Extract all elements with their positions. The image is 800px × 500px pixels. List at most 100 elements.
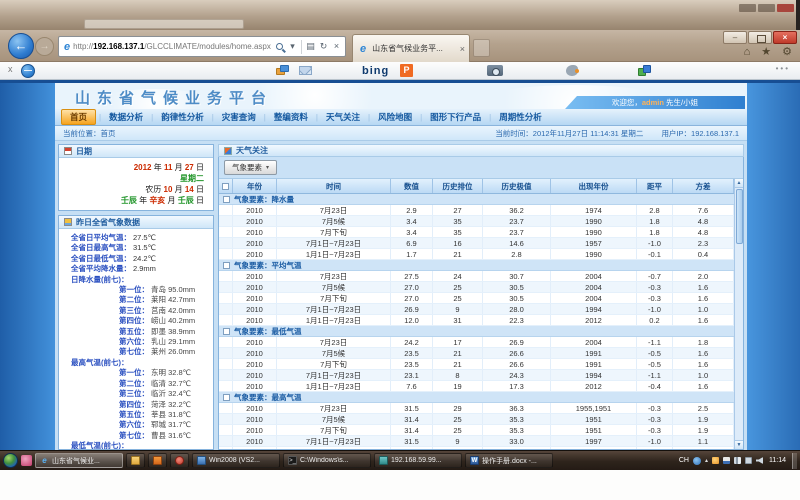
table-row[interactable]: 20101月1日~7月23日7.61917.32012-0.41.6 (219, 381, 734, 392)
address-bar[interactable]: e http://192.168.137.1/GLCCLIMATE/module… (58, 36, 346, 57)
volume-icon[interactable] (756, 457, 763, 464)
maximize-button[interactable] (748, 31, 772, 44)
bird-icon[interactable] (566, 65, 578, 76)
network-icon[interactable] (734, 457, 741, 464)
bing-logo[interactable]: bing (362, 65, 389, 77)
new-tab-button[interactable] (473, 39, 490, 57)
refresh-icon[interactable]: ↻ (317, 37, 330, 56)
taskbar-window-5[interactable]: >_C:\Windows\s... (283, 453, 371, 468)
scrollbar-thumb[interactable] (736, 189, 743, 244)
nav-item-5[interactable]: 天气关注 (318, 110, 368, 124)
tray-expand-icon[interactable]: ▴ (705, 457, 708, 464)
select-all-cell (219, 179, 233, 193)
home-icon[interactable]: ⌂ (744, 46, 751, 59)
column-header[interactable]: 历史极值 (483, 179, 551, 193)
column-header[interactable]: 历史排位 (433, 179, 483, 193)
display-icon[interactable] (745, 457, 752, 464)
table-group-row[interactable]: 气象要素：降水量 (219, 194, 734, 205)
table-row[interactable]: 20107月5候27.02530.52004-0.31.6 (219, 282, 734, 293)
chevron-down-icon[interactable]: ▾ (286, 37, 299, 56)
back-button[interactable]: ← (8, 33, 34, 59)
table-row[interactable]: 20107月下旬3.43523.719901.84.8 (219, 227, 734, 238)
camera-icon[interactable] (487, 65, 503, 76)
taskbar-window-2[interactable] (148, 453, 167, 468)
alert-icon[interactable] (712, 457, 719, 464)
taskbar-window-1[interactable] (126, 453, 145, 468)
search-icon[interactable] (274, 40, 286, 54)
nav-item-3[interactable]: 灾害查询 (214, 110, 264, 124)
table-row[interactable]: 20101月1日~7月23日1.7212.81990-0.10.4 (219, 249, 734, 260)
group-checkbox[interactable] (223, 262, 230, 269)
nav-item-8[interactable]: 周期性分析 (491, 110, 550, 124)
nav-item-4[interactable]: 整编资料 (266, 110, 316, 124)
table-row[interactable]: 20107月5候23.52126.61991-0.51.6 (219, 348, 734, 359)
more-options-icon[interactable]: ••• (776, 64, 790, 73)
messenger-icon[interactable] (693, 457, 701, 465)
taskbar-window-0[interactable]: e山东省气候业... (35, 453, 123, 468)
table-row[interactable]: 20107月23日31.52936.31955,1951-0.32.5 (219, 403, 734, 414)
collapse-button[interactable]: — (21, 64, 35, 78)
bing-badge-icon[interactable]: P (400, 64, 413, 77)
table-group-row[interactable]: 气象要素：最高气温 (219, 392, 734, 403)
table-row[interactable]: 20107月1日~7月23日26.9928.01994-1.01.0 (219, 304, 734, 315)
table-row[interactable]: 20107月23日2.92736.219742.87.6 (219, 205, 734, 216)
table-row[interactable]: 20107月下旬27.02530.52004-0.31.6 (219, 293, 734, 304)
column-header[interactable]: 出现年份 (551, 179, 637, 193)
select-all-checkbox[interactable] (222, 183, 229, 190)
scroll-up-icon[interactable]: ▲ (735, 179, 744, 188)
browser-tab[interactable]: e 山东省气候业务平... × (352, 34, 470, 62)
table-row[interactable]: 20107月23日24.21726.92004-1.11.8 (219, 337, 734, 348)
table-row[interactable]: 20107月下旬23.52126.61991-0.51.6 (219, 359, 734, 370)
nav-item-7[interactable]: 图形下行产品 (422, 110, 489, 124)
table-row[interactable]: 20107月1日~7月23日23.1824.31994-1.11.0 (219, 370, 734, 381)
table-row[interactable]: 20107月5候3.43523.719901.84.8 (219, 216, 734, 227)
group-checkbox[interactable] (223, 196, 230, 203)
group-checkbox[interactable] (223, 394, 230, 401)
start-button[interactable] (3, 453, 18, 468)
table-group-row[interactable]: 气象要素：平均气温 (219, 260, 734, 271)
clock[interactable]: 11:14 (769, 457, 786, 464)
nav-item-2[interactable]: 韵律性分析 (153, 110, 212, 124)
compatibility-icon[interactable]: ▤ (304, 37, 317, 56)
forward-button[interactable]: → (35, 37, 54, 56)
pinned-app-icon[interactable] (21, 455, 32, 466)
action-center-flag-icon[interactable] (723, 457, 730, 464)
cards-icon[interactable] (276, 65, 290, 76)
table-group-row[interactable]: 气象要素：最低气温 (219, 326, 734, 337)
column-header[interactable]: 年份 (233, 179, 277, 193)
taskbar-window-7[interactable]: W操作手册.docx -... (465, 453, 553, 468)
minimize-button[interactable]: – (723, 31, 747, 44)
group-checkbox[interactable] (223, 328, 230, 335)
share-icon[interactable] (638, 65, 652, 76)
table-row[interactable]: 20107月23日27.52430.72004-0.72.0 (219, 271, 734, 282)
nav-item-0[interactable]: 首页 (61, 109, 96, 125)
show-desktop-button[interactable] (792, 453, 797, 469)
column-header[interactable]: 时间 (277, 179, 391, 193)
mail-icon[interactable] (299, 66, 312, 75)
vertical-scrollbar[interactable]: ▲ ▼ (734, 179, 743, 449)
taskbar-window-6[interactable]: 192.168.59.99... (374, 453, 462, 468)
taskbar-window-4[interactable]: Win2008 (VS2... (192, 453, 280, 468)
table-row[interactable]: 20107月1日~7月23日31.5933.01997-1.01.1 (219, 436, 734, 447)
toolbar-close-icon[interactable]: x (8, 64, 13, 74)
favorites-star-icon[interactable]: ★ (761, 46, 771, 59)
table-row[interactable]: 20107月1日~7月23日6.91614.61957-1.02.3 (219, 238, 734, 249)
nav-item-1[interactable]: 数据分析 (101, 110, 151, 124)
element-dropdown-button[interactable]: 气象要素 ▾ (224, 160, 277, 175)
close-button[interactable]: × (773, 31, 797, 44)
language-indicator[interactable]: CH (679, 457, 689, 464)
tab-close-icon[interactable]: × (460, 44, 465, 54)
nav-item-6[interactable]: 风险地图 (370, 110, 420, 124)
column-header[interactable]: 数值 (391, 179, 433, 193)
column-header[interactable]: 方差 (673, 179, 734, 193)
table-row[interactable]: 20101月1日~7月23日12.03122.320120.21.6 (219, 315, 734, 326)
table-row[interactable]: 20101月1日~7月23日17.4619.62012-0.21.4 (219, 447, 734, 449)
stop-icon[interactable]: × (330, 37, 343, 56)
table-row[interactable]: 20107月5候31.42535.31951-0.31.9 (219, 414, 734, 425)
taskbar-window-3[interactable] (170, 453, 189, 468)
tools-gear-icon[interactable]: ⚙ (782, 46, 792, 59)
cell: 2010 (233, 370, 277, 380)
scroll-down-icon[interactable]: ▼ (735, 440, 744, 449)
table-row[interactable]: 20107月下旬31.42535.31951-0.31.9 (219, 425, 734, 436)
column-header[interactable]: 距平 (637, 179, 673, 193)
